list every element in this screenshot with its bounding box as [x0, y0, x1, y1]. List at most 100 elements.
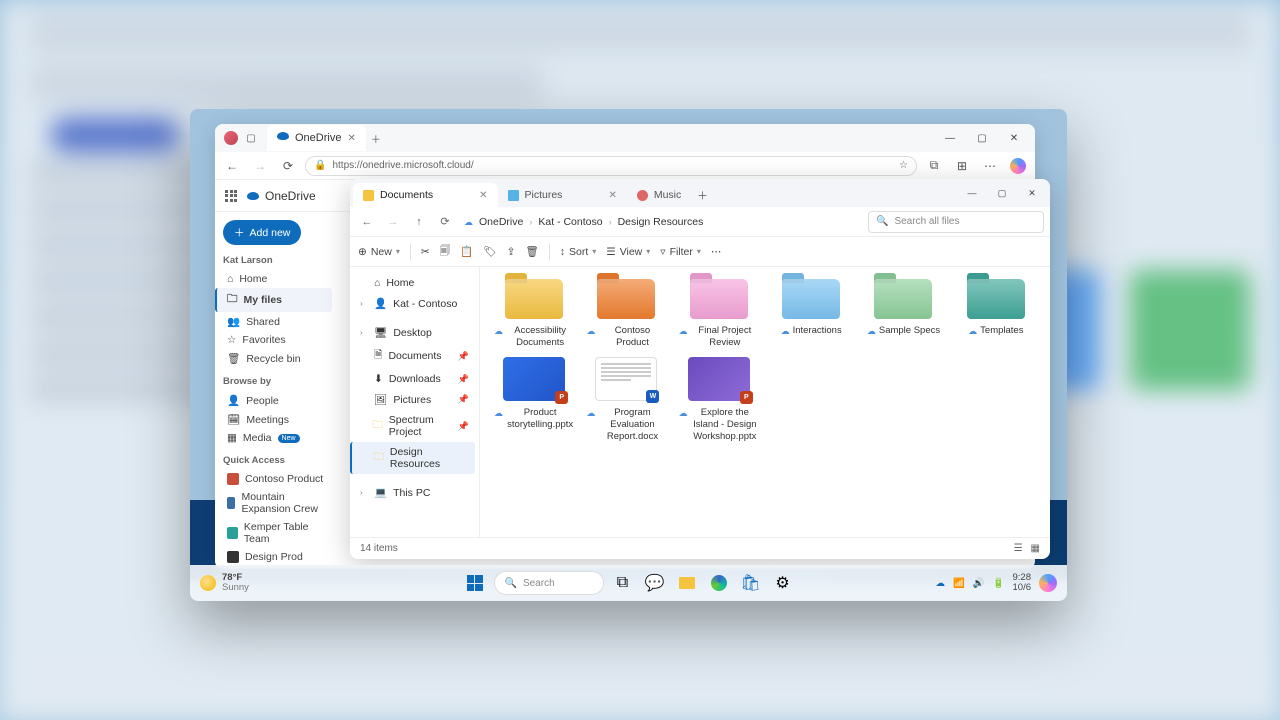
taskbar-app-explorer[interactable]	[674, 570, 700, 596]
copilot-icon[interactable]	[1007, 155, 1029, 177]
new-button[interactable]: ⊕New▾	[358, 246, 400, 258]
delete-icon[interactable]: 🗑	[525, 245, 538, 258]
task-view-icon[interactable]: ⧉	[610, 570, 636, 596]
file-explore-island[interactable]: P ☁Explore the Island - Design Workshop.…	[679, 357, 759, 443]
pin-icon[interactable]: 📌	[458, 374, 469, 385]
sidebar-item-meetings[interactable]: 🗓Meetings	[223, 410, 332, 429]
app-launcher-icon[interactable]	[225, 190, 239, 202]
taskbar-app-edge[interactable]	[706, 570, 732, 596]
rename-icon[interactable]: 🏷	[483, 245, 496, 258]
up-icon[interactable]: ↑	[408, 211, 430, 233]
quick-access-mountain[interactable]: Mountain Expansion Crew	[223, 488, 332, 518]
nav-this-pc[interactable]: ›💻This PC	[354, 482, 475, 503]
nav-design-resources[interactable]: 🗀Design Resources	[350, 442, 475, 474]
extensions-icon[interactable]: ⧉	[923, 155, 945, 177]
favorite-star-icon[interactable]: ☆	[899, 160, 908, 171]
taskbar-app-chat[interactable]: 💬	[642, 570, 668, 596]
close-tab-icon[interactable]: ✕	[347, 133, 355, 144]
taskbar-app-settings[interactable]: ⚙	[770, 570, 796, 596]
refresh-icon[interactable]: ⟳	[277, 155, 299, 177]
file-program-evaluation[interactable]: W ☁Program Evaluation Report.docx	[586, 357, 666, 443]
address-bar[interactable]: 🔒 https://onedrive.microsoft.cloud/ ☆	[305, 156, 917, 176]
quick-access-design[interactable]: Design Prod	[223, 548, 332, 566]
folder-sample-specs[interactable]: ☁Sample Specs	[863, 279, 943, 349]
tray-clock[interactable]: 9:28 10/6	[1013, 573, 1032, 594]
close-tab-icon[interactable]: ✕	[479, 190, 487, 201]
expand-icon[interactable]: ›	[360, 299, 368, 308]
refresh-icon[interactable]: ⟳	[434, 211, 456, 233]
more-icon[interactable]: ⋯	[711, 246, 722, 258]
copy-icon[interactable]: 🗐	[440, 243, 451, 261]
share-icon[interactable]: ⇪	[507, 246, 516, 258]
new-explorer-tab-icon[interactable]: ＋	[691, 183, 714, 207]
quick-access-contoso[interactable]: Contoso Product	[223, 470, 332, 488]
crumb-root[interactable]: OneDrive	[479, 216, 523, 228]
pin-icon[interactable]: 📌	[458, 421, 469, 432]
sidebar-item-recycle[interactable]: 🗑Recycle bin	[223, 349, 332, 368]
filter-button[interactable]: ▿Filter▾	[660, 246, 701, 258]
sidebar-item-media[interactable]: ▦MediaNew	[223, 429, 332, 447]
sidebar-item-shared[interactable]: 👥Shared	[223, 312, 332, 331]
taskbar-app-store[interactable]: 🛍	[738, 570, 764, 596]
nav-kat-contoso[interactable]: ›👤Kat - Contoso	[354, 293, 475, 314]
minimize-icon[interactable]: —	[935, 128, 965, 148]
explorer-tab-music[interactable]: Music	[627, 183, 691, 207]
folder-accessibility[interactable]: ☁Accessibility Documents	[494, 279, 574, 349]
nav-downloads[interactable]: ⬇Downloads📌	[354, 369, 475, 389]
taskbar-search[interactable]: 🔍Search	[494, 571, 604, 595]
sidebar-item-favorites[interactable]: ☆Favorites	[223, 331, 332, 349]
nav-home[interactable]: ⌂Home	[354, 273, 475, 293]
tray-copilot-icon[interactable]	[1039, 574, 1057, 592]
list-view-icon[interactable]: ☰	[1014, 543, 1023, 554]
forward-icon[interactable]: →	[249, 155, 271, 177]
grid-view-icon[interactable]: ▦	[1031, 543, 1040, 554]
menu-icon[interactable]: ⋯	[979, 155, 1001, 177]
profile-icon[interactable]	[224, 131, 238, 145]
back-icon[interactable]: ←	[356, 211, 378, 233]
maximize-icon[interactable]: ▢	[967, 128, 997, 148]
minimize-icon[interactable]: —	[957, 181, 987, 205]
breadcrumb[interactable]: ☁ OneDrive› Kat - Contoso› Design Resour…	[460, 216, 864, 228]
close-tab-icon[interactable]: ✕	[608, 190, 616, 201]
forward-icon[interactable]: →	[382, 211, 404, 233]
tray-battery-icon[interactable]: 🔋	[993, 578, 1005, 589]
expand-icon[interactable]: ›	[360, 488, 368, 497]
collections-icon[interactable]: ⊞	[951, 155, 973, 177]
paste-icon[interactable]: 📋	[460, 245, 473, 258]
tray-volume-icon[interactable]: 🔊	[973, 578, 985, 589]
expand-icon[interactable]: ›	[360, 328, 368, 337]
explorer-search-input[interactable]: 🔍 Search all files	[868, 211, 1044, 233]
nav-desktop[interactable]: ›🖥Desktop	[354, 322, 475, 343]
crumb-org[interactable]: Kat - Contoso	[538, 216, 602, 228]
tray-wifi-icon[interactable]: 📶	[953, 578, 965, 589]
close-icon[interactable]: ✕	[1017, 181, 1047, 205]
sidebar-item-people[interactable]: 👤People	[223, 391, 332, 410]
nav-pictures[interactable]: 🖼Pictures📌	[354, 389, 475, 410]
folder-templates[interactable]: ☁Templates	[956, 279, 1036, 349]
new-tab-icon[interactable]: ＋	[369, 131, 383, 145]
view-button[interactable]: ☰View▾	[606, 246, 650, 258]
folder-interactions[interactable]: ☁Interactions	[771, 279, 851, 349]
crumb-folder[interactable]: Design Resources	[618, 216, 704, 228]
explorer-tab-pictures[interactable]: Pictures✕	[498, 183, 627, 207]
workspaces-icon[interactable]: ▢	[244, 131, 258, 145]
add-new-button[interactable]: ＋ Add new	[223, 220, 301, 245]
nav-documents[interactable]: 🗎Documents📌	[354, 343, 475, 369]
file-product-storytelling[interactable]: P ☁Product storytelling.pptx	[494, 357, 574, 443]
pin-icon[interactable]: 📌	[458, 394, 469, 405]
tray-onedrive-icon[interactable]: ☁	[935, 578, 945, 589]
pin-icon[interactable]: 📌	[458, 351, 469, 362]
weather-widget[interactable]: 78°FSunny	[200, 573, 249, 594]
maximize-icon[interactable]: ▢	[987, 181, 1017, 205]
onedrive-brand[interactable]: OneDrive	[247, 189, 316, 203]
cut-icon[interactable]: ✂	[421, 246, 430, 258]
folder-final-project[interactable]: ☁Final Project Review	[679, 279, 759, 349]
explorer-tab-documents[interactable]: Documents✕	[353, 183, 498, 207]
close-icon[interactable]: ✕	[999, 128, 1029, 148]
sidebar-item-home[interactable]: ⌂Home	[223, 270, 332, 288]
sort-button[interactable]: ↕Sort▾	[560, 246, 597, 258]
start-button[interactable]	[462, 570, 488, 596]
quick-access-kemper[interactable]: Kemper Table Team	[223, 518, 332, 548]
folder-contoso-product[interactable]: ☁Contoso Product	[586, 279, 666, 349]
back-icon[interactable]: ←	[221, 155, 243, 177]
